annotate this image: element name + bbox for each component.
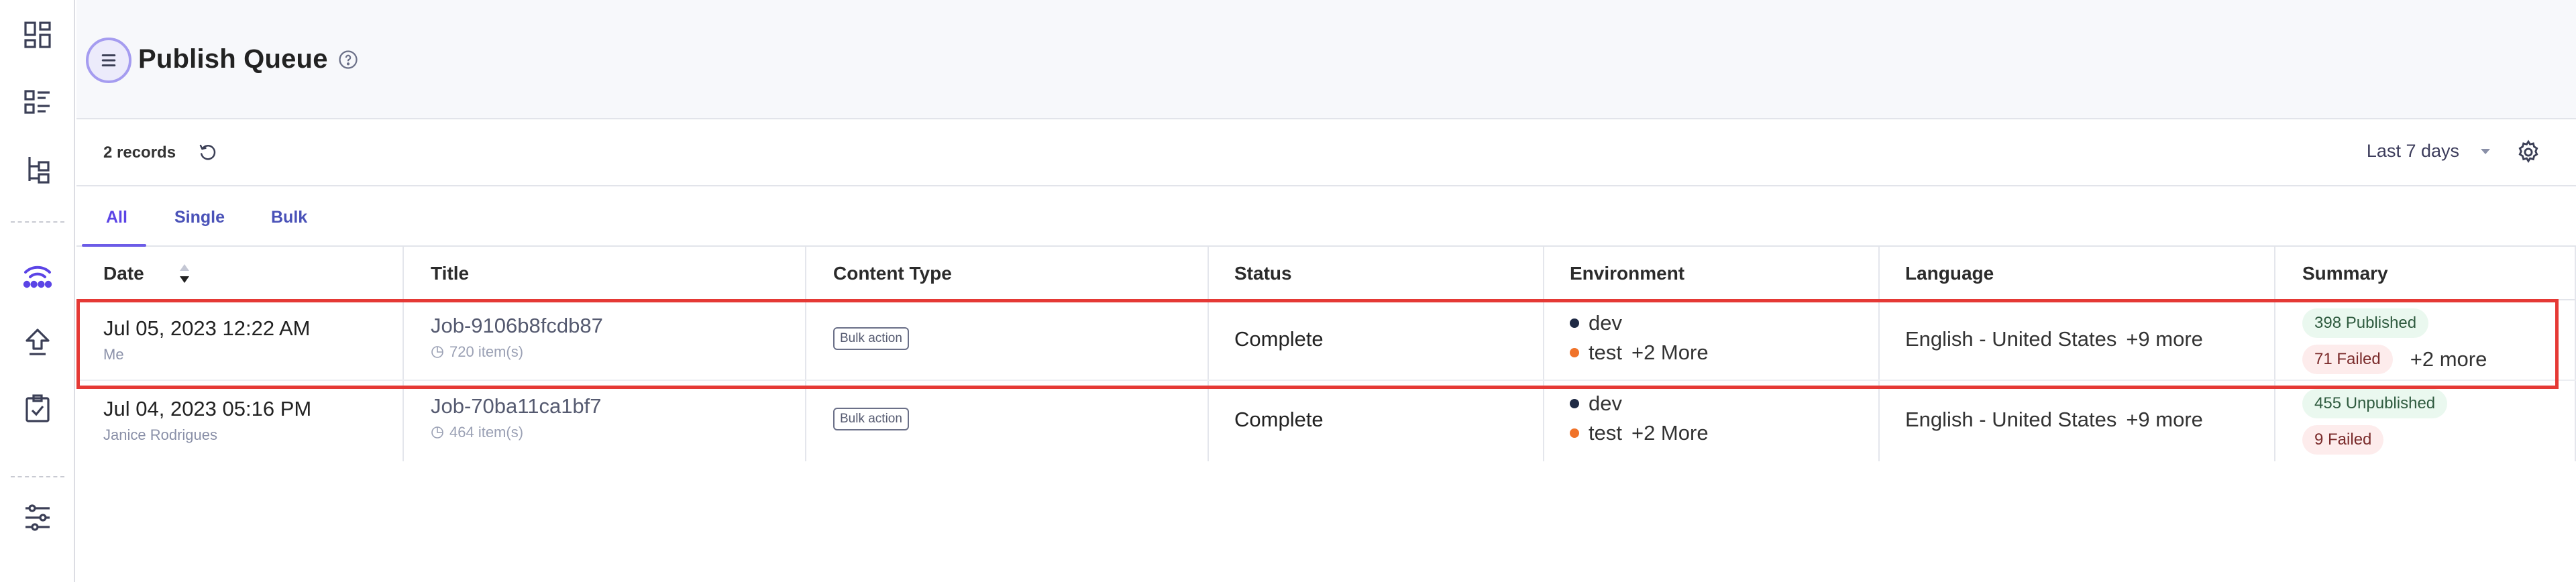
page-title: Publish Queue (138, 44, 328, 74)
language-cell: English - United States +9 more (1905, 408, 2203, 432)
environment-cell: dev test +2 More (1570, 389, 1709, 448)
item-count: 464 item(s) (431, 424, 602, 441)
status-text: Complete (1234, 408, 1324, 431)
language-cell: English - United States +9 more (1905, 327, 2203, 351)
summary-badge: 455 Unpublished (2302, 389, 2448, 418)
summary-line: 9 Failed (2302, 425, 2447, 455)
record-count: 2 records (103, 143, 176, 162)
summary-badge: 71 Failed (2302, 345, 2393, 374)
env-dot (1570, 428, 1579, 438)
rail-divider (11, 476, 64, 477)
summary-badge: 398 Published (2302, 308, 2429, 338)
publish-queue-icon[interactable] (17, 255, 58, 295)
language-more-link[interactable]: +9 more (2126, 408, 2203, 431)
item-count-text: 464 item(s) (449, 424, 524, 441)
tasks-icon[interactable] (17, 389, 58, 429)
summary-cell: 455 Unpublished 9 Failed (2302, 389, 2448, 455)
menu-icon[interactable] (86, 38, 131, 83)
tab-bar: All Single Bulk (76, 188, 2576, 247)
summary-line: 455 Unpublished (2302, 389, 2448, 425)
list-icon[interactable] (17, 82, 58, 122)
items-icon (431, 346, 443, 358)
summary-cell: 398 Published 71 Failed +2 more (2302, 308, 2487, 374)
refresh-icon[interactable] (197, 142, 217, 162)
column-header-environment[interactable]: Environment (1570, 263, 1684, 284)
env-name: test (1589, 421, 1622, 445)
job-user: Me (103, 346, 124, 363)
help-icon[interactable] (338, 50, 358, 70)
content-type-badge: Bulk action (833, 408, 909, 430)
column-header-summary[interactable]: Summary (2302, 263, 2388, 284)
env-more-link[interactable]: +2 More (1631, 421, 1709, 445)
column-header-date[interactable]: Date (103, 263, 144, 284)
environment-item: dev (1570, 308, 1709, 338)
date-cell: Jul 04, 2023 05:16 PM Janice Rodrigues (103, 397, 311, 444)
status-cell: Complete (1234, 408, 1324, 432)
settings-sliders-icon[interactable] (17, 498, 58, 538)
date-range-label: Last 7 days (2366, 141, 2459, 161)
title-cell: Job-70ba11ca1bf7 464 item(s) (431, 394, 602, 441)
environment-cell: dev test +2 More (1570, 308, 1709, 367)
summary-more-link[interactable]: +2 more (2410, 347, 2487, 371)
env-dot (1570, 318, 1579, 328)
tab-single[interactable]: Single (174, 208, 225, 227)
content-type-cell: Bulk action (833, 408, 909, 430)
language-more-link[interactable]: +9 more (2126, 327, 2203, 351)
status-cell: Complete (1234, 327, 1324, 351)
gear-icon[interactable] (2516, 139, 2541, 165)
content-type-badge: Bulk action (833, 327, 909, 350)
items-icon (431, 426, 443, 439)
tab-bulk[interactable]: Bulk (271, 208, 307, 227)
date-range-dropdown[interactable]: Last 7 days (2367, 141, 2491, 162)
column-header-language[interactable]: Language (1905, 263, 1994, 284)
job-date: Jul 04, 2023 05:16 PM (103, 397, 312, 420)
left-rail (0, 0, 75, 582)
environment-item: dev (1570, 389, 1709, 418)
job-date: Jul 05, 2023 12:22 AM (103, 316, 311, 340)
dashboard-icon[interactable] (17, 15, 58, 55)
tab-all[interactable]: All (106, 208, 127, 227)
content-type-cell: Bulk action (833, 327, 909, 350)
column-header-title[interactable]: Title (431, 263, 469, 284)
environment-item: test +2 More (1570, 338, 1709, 367)
toolbar: 2 records Last 7 days (76, 121, 2576, 186)
column-header-content-type[interactable]: Content Type (833, 263, 952, 284)
job-user: Janice Rodrigues (103, 426, 217, 443)
upload-icon[interactable] (17, 322, 58, 362)
env-dot (1570, 399, 1579, 408)
rail-divider (11, 221, 64, 223)
item-count-text: 720 item(s) (449, 343, 524, 360)
job-title[interactable]: Job-70ba11ca1bf7 (431, 394, 602, 418)
environment-item: test +2 More (1570, 418, 1709, 448)
summary-line: 398 Published (2302, 308, 2487, 345)
caret-down-icon (2481, 148, 2490, 154)
summary-line: 71 Failed +2 more (2302, 345, 2487, 374)
status-text: Complete (1234, 327, 1324, 351)
language-text: English - United States (1905, 408, 2117, 431)
column-header-status[interactable]: Status (1234, 263, 1292, 284)
date-cell: Jul 05, 2023 12:22 AM Me (103, 316, 311, 363)
item-count: 720 item(s) (431, 343, 603, 361)
table-row[interactable]: Jul 05, 2023 12:22 AM Me Job-9106b8fcdb8… (76, 300, 2576, 381)
env-dot (1570, 348, 1579, 357)
hierarchy-icon[interactable] (17, 149, 58, 189)
table-header: Date Title Content Type Status Environme… (76, 247, 2576, 300)
env-name: test (1589, 341, 1622, 364)
title-cell: Job-9106b8fcdb87 720 item(s) (431, 314, 603, 361)
language-text: English - United States (1905, 327, 2117, 351)
env-name: dev (1589, 311, 1622, 335)
env-more-link[interactable]: +2 More (1631, 341, 1709, 365)
sort-icon[interactable] (177, 261, 192, 286)
env-name: dev (1589, 392, 1622, 415)
page-header: Publish Queue (76, 0, 2576, 119)
summary-badge: 9 Failed (2302, 425, 2384, 455)
job-title[interactable]: Job-9106b8fcdb87 (431, 314, 603, 338)
table-row[interactable]: Jul 04, 2023 05:16 PM Janice Rodrigues J… (76, 381, 2576, 461)
